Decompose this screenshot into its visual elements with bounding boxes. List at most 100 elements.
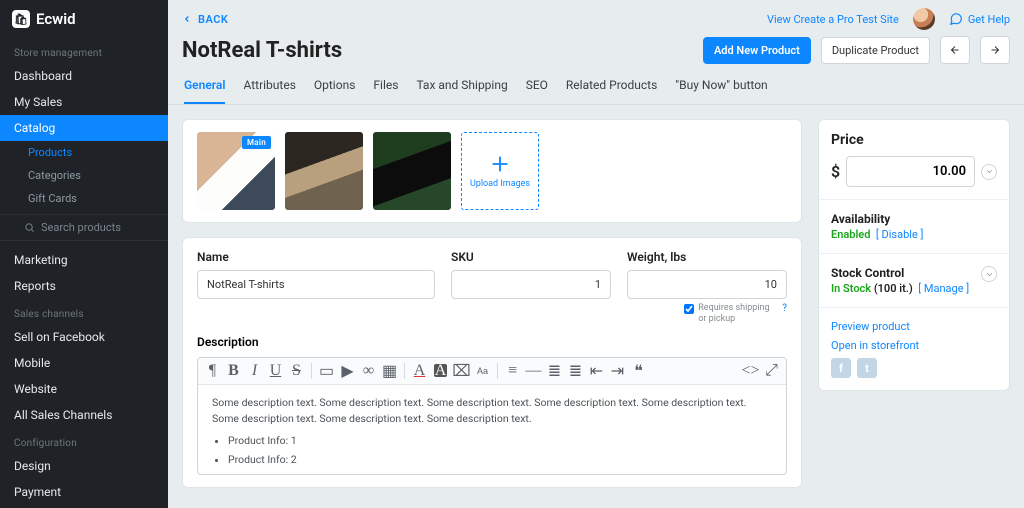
duplicate-product-button[interactable]: Duplicate Product xyxy=(821,37,930,64)
disable-link[interactable]: [ Disable ] xyxy=(876,228,924,241)
description-label: Description xyxy=(197,335,787,349)
price-label: Price xyxy=(831,132,997,148)
tab-related[interactable]: Related Products xyxy=(566,70,657,104)
topbar: BACK View Create a Pro Test Site Get Hel… xyxy=(168,0,1024,32)
outdent-icon[interactable]: ⇤ xyxy=(590,364,603,377)
list-item: Product Info: 3 xyxy=(228,472,772,474)
back-label: BACK xyxy=(198,13,228,26)
table-icon[interactable]: ▦ xyxy=(383,364,396,377)
currency-symbol: $ xyxy=(831,162,840,181)
align-left-icon[interactable]: ≡ xyxy=(506,364,519,377)
search-icon xyxy=(24,222,35,233)
facebook-share-icon[interactable]: f xyxy=(831,358,851,378)
sku-label: SKU xyxy=(451,250,611,264)
sidebar-group-label: Store management xyxy=(0,38,168,63)
description-textarea[interactable]: Some description text. Some description … xyxy=(198,385,786,474)
view-site-link[interactable]: View Create a Pro Test Site xyxy=(767,13,899,26)
paragraph-icon[interactable]: ¶ xyxy=(206,364,219,377)
code-view-icon[interactable]: <> xyxy=(744,364,757,377)
sidebar-item-payment[interactable]: Payment xyxy=(0,479,168,505)
tab-attributes[interactable]: Attributes xyxy=(243,70,295,104)
tab-options[interactable]: Options xyxy=(314,70,356,104)
upload-images-button[interactable]: Upload Images xyxy=(461,132,539,210)
fields-card: Name SKU Weight, lbs xyxy=(182,237,802,488)
help-icon[interactable]: ? xyxy=(782,303,787,314)
stock-label: Stock Control xyxy=(831,266,997,280)
fill-color-icon[interactable]: A xyxy=(434,364,447,377)
add-product-button[interactable]: Add New Product xyxy=(703,37,811,64)
product-tabs: General Attributes Options Files Tax and… xyxy=(168,70,1024,105)
font-size-icon[interactable]: Aa xyxy=(476,364,489,377)
open-storefront-link[interactable]: Open in storefront xyxy=(831,339,997,352)
sidebar: 🛍 Ecwid Store management Dashboard My Sa… xyxy=(0,0,168,508)
stock-status: In Stock xyxy=(831,282,871,295)
rte-toolbar: ¶ B I U S ▭ ▶ ∞ ▦ xyxy=(198,358,786,385)
title-row: NotReal T-shirts Add New Product Duplica… xyxy=(168,32,1024,70)
clear-format-icon[interactable]: ⌧ xyxy=(455,364,468,377)
strike-icon[interactable]: S xyxy=(290,364,303,377)
next-product-button[interactable] xyxy=(980,36,1010,64)
bold-icon[interactable]: B xyxy=(227,364,240,377)
sidebar-item-all-channels[interactable]: All Sales Channels xyxy=(0,402,168,428)
tab-general[interactable]: General xyxy=(184,70,225,104)
search-products[interactable]: Search products xyxy=(0,214,168,241)
chat-icon xyxy=(949,12,963,26)
font-color-icon[interactable]: A xyxy=(413,364,426,377)
price-input[interactable] xyxy=(846,156,975,187)
fullscreen-icon[interactable]: ⤢ xyxy=(765,364,778,377)
back-button[interactable]: BACK xyxy=(182,13,228,26)
tab-files[interactable]: Files xyxy=(373,70,398,104)
get-help-link[interactable]: Get Help xyxy=(949,12,1010,26)
sidebar-sub-products[interactable]: Products xyxy=(0,141,168,164)
stock-expand-button[interactable] xyxy=(981,266,997,282)
tab-tax-shipping[interactable]: Tax and Shipping xyxy=(416,70,507,104)
upload-images-label: Upload Images xyxy=(470,179,530,189)
image-icon[interactable]: ▭ xyxy=(320,364,333,377)
sidebar-item-facebook[interactable]: Sell on Facebook xyxy=(0,324,168,350)
prev-product-button[interactable] xyxy=(940,36,970,64)
manage-stock-link[interactable]: [ Manage ] xyxy=(918,282,969,295)
underline-icon[interactable]: U xyxy=(269,364,282,377)
sidebar-item-mobile[interactable]: Mobile xyxy=(0,350,168,376)
availability-label: Availability xyxy=(831,212,997,226)
sidebar-item-catalog[interactable]: Catalog xyxy=(0,115,168,141)
get-help-label: Get Help xyxy=(968,13,1010,26)
sidebar-item-my-sales[interactable]: My Sales xyxy=(0,89,168,115)
avatar[interactable] xyxy=(913,8,935,30)
sidebar-group-label: Sales channels xyxy=(0,299,168,324)
sidebar-item-reports[interactable]: Reports xyxy=(0,273,168,299)
brand-logo[interactable]: 🛍 Ecwid xyxy=(0,0,168,38)
chevron-left-icon xyxy=(182,14,192,24)
twitter-share-icon[interactable]: t xyxy=(857,358,877,378)
page-title: NotReal T-shirts xyxy=(182,38,693,63)
name-input[interactable] xyxy=(197,270,435,299)
side-panel: Price $ Availability Enabled xyxy=(818,119,1010,488)
product-image-3[interactable] xyxy=(373,132,451,210)
chevron-down-icon xyxy=(985,270,994,279)
video-icon[interactable]: ▶ xyxy=(341,364,354,377)
quote-icon[interactable]: ❝ xyxy=(632,364,645,377)
sidebar-item-marketing[interactable]: Marketing xyxy=(0,247,168,273)
sidebar-sub-gift-cards[interactable]: Gift Cards xyxy=(0,187,168,210)
stock-count: (100 it.) xyxy=(874,282,913,295)
requires-shipping-checkbox[interactable] xyxy=(684,304,694,314)
hr-icon[interactable]: ― xyxy=(527,364,540,377)
sku-input[interactable] xyxy=(451,270,611,299)
tab-seo[interactable]: SEO xyxy=(526,70,548,104)
preview-product-link[interactable]: Preview product xyxy=(831,320,997,333)
ul-icon[interactable]: ≣ xyxy=(569,364,582,377)
description-text: Some description text. Some description … xyxy=(212,395,772,428)
sidebar-item-design[interactable]: Design xyxy=(0,453,168,479)
ol-icon[interactable]: ≣ xyxy=(548,364,561,377)
tab-buy-now[interactable]: "Buy Now" button xyxy=(675,70,767,104)
weight-input[interactable] xyxy=(627,270,787,299)
product-image-2[interactable] xyxy=(285,132,363,210)
sidebar-item-website[interactable]: Website xyxy=(0,376,168,402)
product-image-1[interactable]: Main xyxy=(197,132,275,210)
italic-icon[interactable]: I xyxy=(248,364,261,377)
sidebar-item-dashboard[interactable]: Dashboard xyxy=(0,63,168,89)
link-icon[interactable]: ∞ xyxy=(362,364,375,377)
price-expand-button[interactable] xyxy=(981,164,997,180)
indent-icon[interactable]: ⇥ xyxy=(611,364,624,377)
sidebar-sub-categories[interactable]: Categories xyxy=(0,164,168,187)
